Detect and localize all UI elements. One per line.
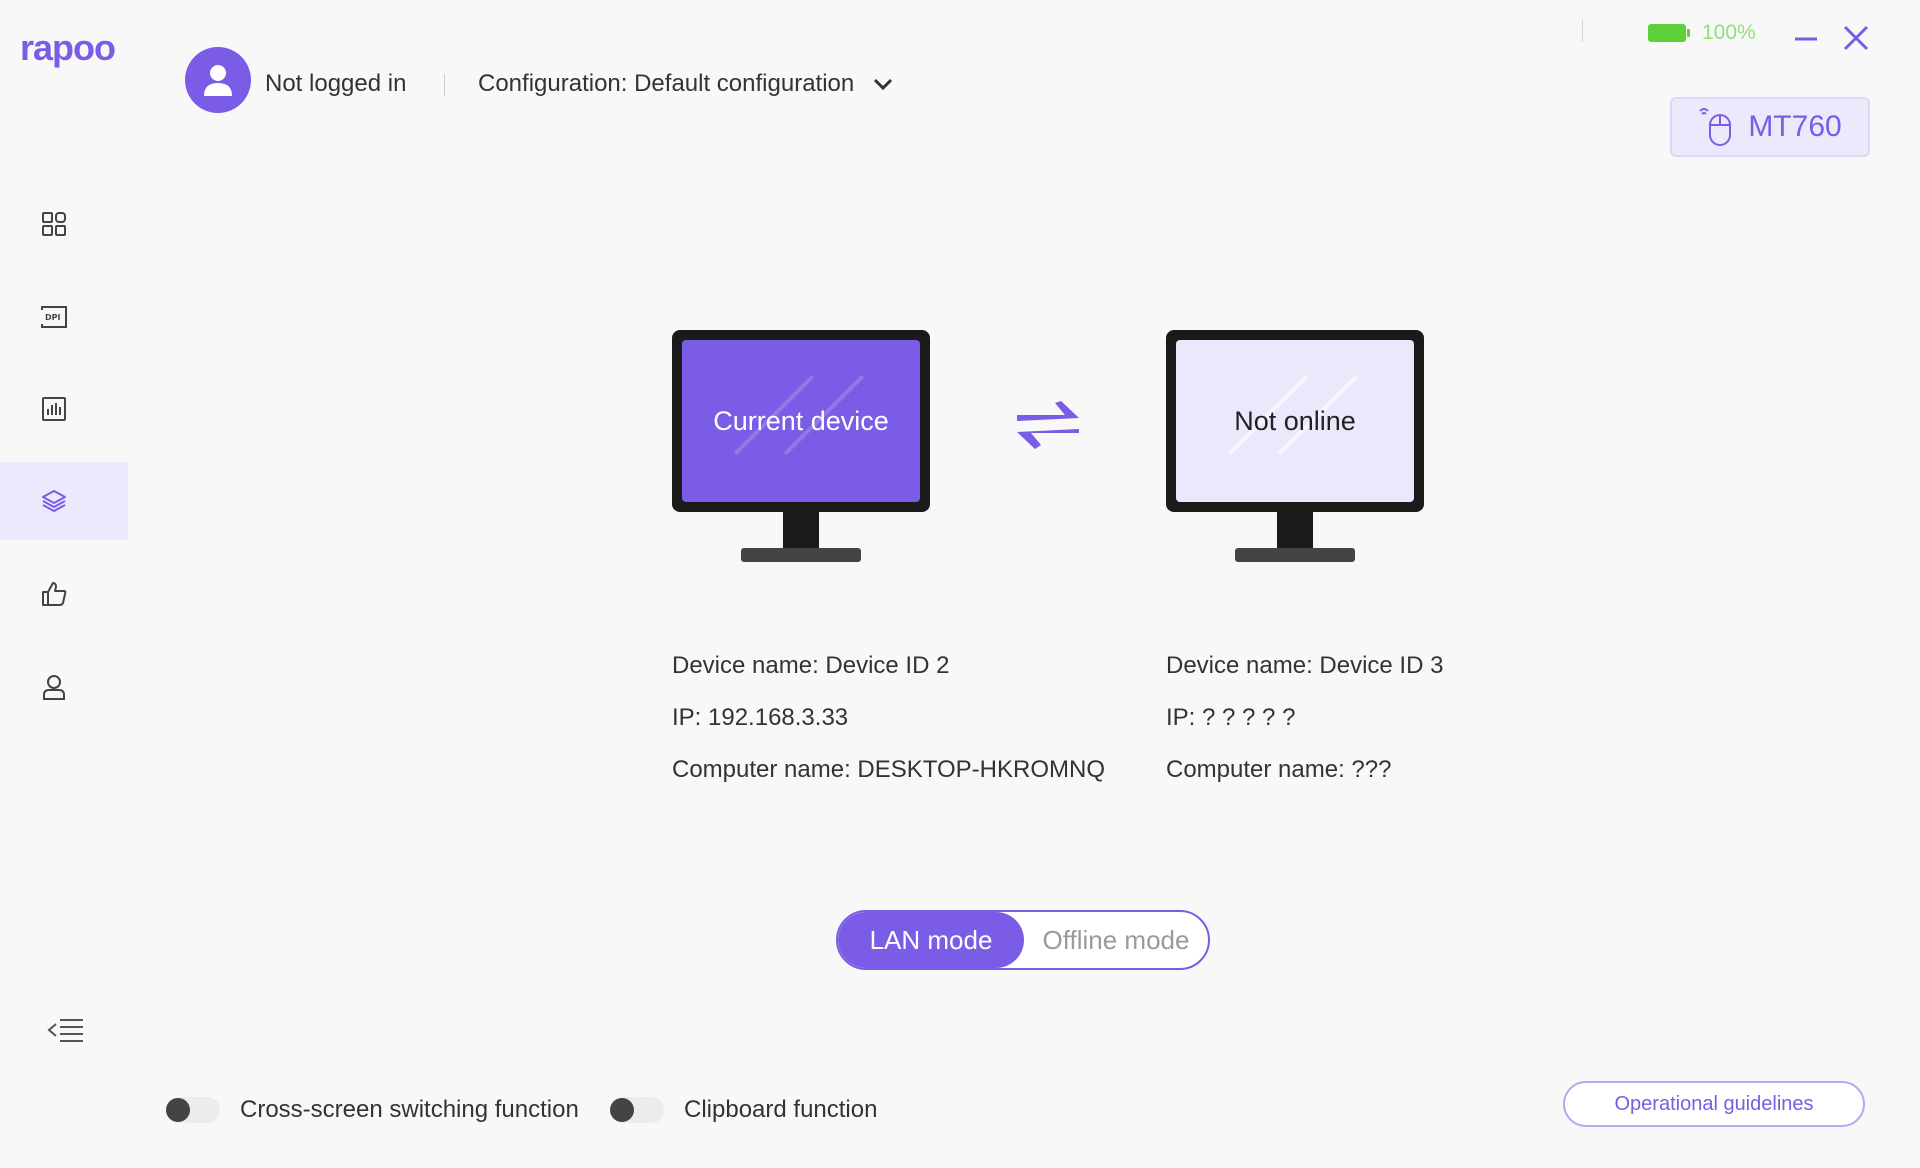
remote-device-ip: IP: ? ? ? ? ? bbox=[1166, 704, 1296, 731]
offline-mode-button[interactable]: Offline mode bbox=[1024, 912, 1208, 968]
clipboard-toggle[interactable] bbox=[610, 1097, 664, 1123]
current-device-monitor: Current device bbox=[672, 330, 930, 570]
current-device-ip: IP: 192.168.3.33 bbox=[672, 704, 849, 731]
chevron-down-icon bbox=[874, 78, 893, 91]
collapse-sidebar-button[interactable] bbox=[44, 1013, 88, 1047]
remote-device-name: Device name: Device ID 3 bbox=[1166, 652, 1444, 679]
login-status[interactable]: Not logged in bbox=[265, 70, 406, 98]
current-device-screen: Current device bbox=[682, 340, 920, 502]
device-selector[interactable]: MT760 bbox=[1670, 97, 1870, 157]
lan-mode-button[interactable]: LAN mode bbox=[838, 912, 1024, 968]
mode-toggle: LAN mode Offline mode bbox=[836, 910, 1210, 970]
sidebar: DPI bbox=[0, 0, 128, 1168]
swap-arrows-icon bbox=[1017, 401, 1079, 449]
battery-percentage: 100% bbox=[1702, 21, 1756, 44]
user-avatar-icon bbox=[204, 65, 232, 96]
cross-screen-label: Cross-screen switching function bbox=[240, 1096, 579, 1123]
close-button[interactable] bbox=[1838, 20, 1874, 56]
device-model: MT760 bbox=[1748, 110, 1842, 143]
remote-device-monitor: Not online bbox=[1166, 330, 1424, 570]
sidebar-item-account[interactable] bbox=[0, 648, 128, 726]
current-device-info: Device name: Device ID 2 IP: 192.168.3.3… bbox=[672, 640, 1105, 796]
avatar[interactable] bbox=[185, 47, 251, 113]
minimize-button[interactable] bbox=[1788, 20, 1824, 56]
sidebar-item-recommend[interactable] bbox=[0, 555, 128, 633]
thumbs-up-icon bbox=[42, 582, 67, 606]
dpi-icon: DPI bbox=[41, 306, 67, 328]
close-icon bbox=[1843, 25, 1869, 51]
sidebar-item-stats[interactable] bbox=[0, 370, 128, 448]
grid-icon bbox=[42, 212, 66, 236]
current-device-name: Device name: Device ID 2 bbox=[672, 652, 950, 679]
operational-guidelines-button[interactable]: Operational guidelines bbox=[1563, 1081, 1865, 1127]
sidebar-item-home[interactable] bbox=[0, 185, 128, 263]
remote-device-label: Not online bbox=[1234, 405, 1356, 436]
minimize-icon bbox=[1795, 37, 1817, 41]
sidebar-item-cross-screen[interactable] bbox=[0, 462, 128, 540]
bar-chart-icon bbox=[42, 397, 66, 421]
battery-icon bbox=[1648, 24, 1690, 42]
remote-device-screen: Not online bbox=[1176, 340, 1414, 502]
current-device-label: Current device bbox=[713, 405, 889, 436]
remote-computer-name: Computer name: ??? bbox=[1166, 756, 1392, 783]
cross-screen-switch-row: Cross-screen switching function bbox=[166, 1096, 579, 1124]
sidebar-item-dpi[interactable]: DPI bbox=[0, 278, 128, 356]
current-computer-name: Computer name: DESKTOP-HKROMNQ bbox=[672, 756, 1105, 783]
user-icon bbox=[43, 675, 65, 700]
clipboard-label: Clipboard function bbox=[684, 1096, 878, 1123]
layers-icon bbox=[42, 490, 66, 512]
collapse-menu-icon bbox=[47, 1019, 83, 1042]
header-divider bbox=[444, 74, 445, 96]
configuration-label: Configuration: Default configuration bbox=[478, 70, 855, 97]
clipboard-switch-row: Clipboard function bbox=[610, 1096, 877, 1124]
wireless-mouse-icon bbox=[1699, 108, 1732, 146]
svg-text:DPI: DPI bbox=[45, 313, 61, 322]
cross-screen-toggle[interactable] bbox=[166, 1097, 220, 1123]
remote-device-info: Device name: Device ID 3 IP: ? ? ? ? ? C… bbox=[1166, 640, 1443, 796]
titlebar-divider bbox=[1582, 20, 1583, 42]
configuration-dropdown[interactable]: Configuration: Default configuration bbox=[478, 70, 896, 98]
